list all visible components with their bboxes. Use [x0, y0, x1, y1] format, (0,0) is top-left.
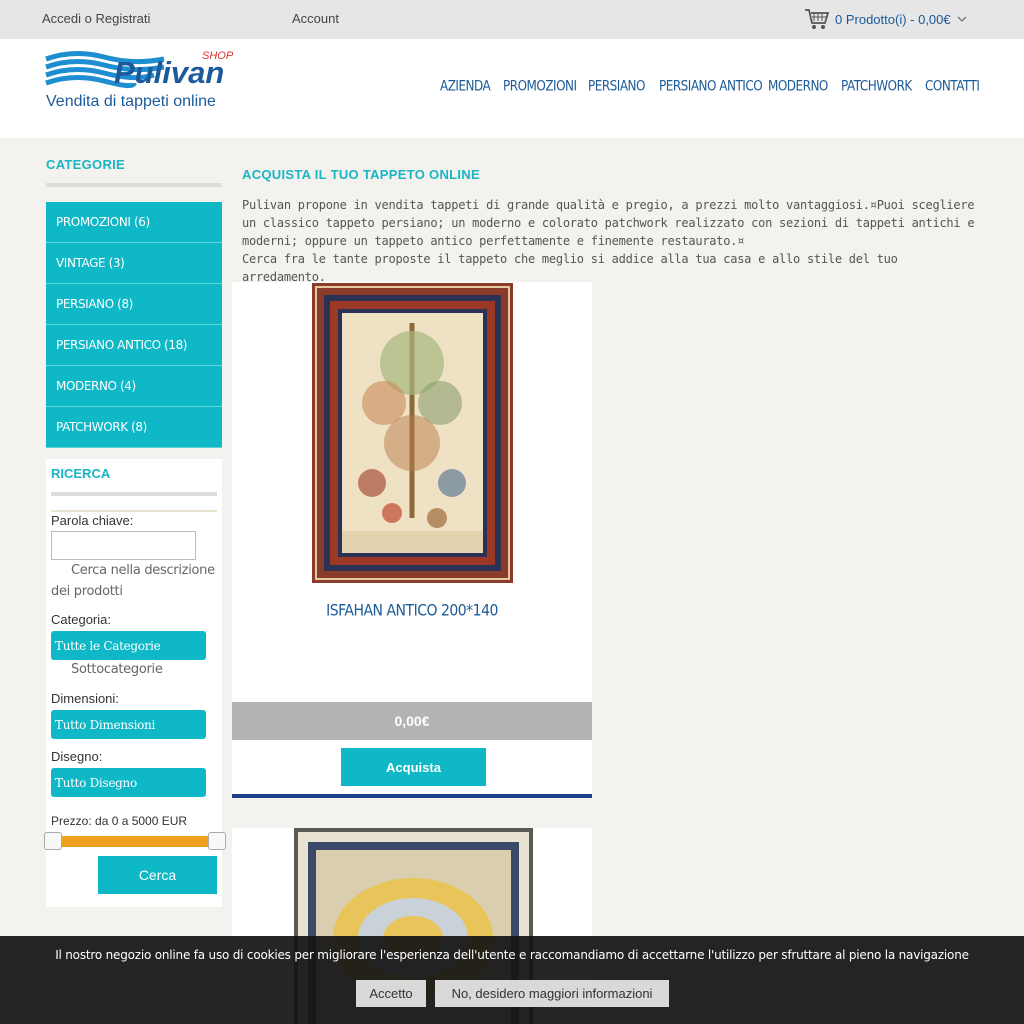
search-panel: RICERCA Parola chiave: Cerca nella descr… [44, 459, 226, 907]
top-bar: Accedi o Registrati Account 0 Prodotto(i… [0, 0, 1024, 39]
price-slider-min-handle[interactable] [44, 832, 62, 850]
search-heading: RICERCA [51, 466, 111, 481]
category-item-persiano-antico[interactable]: PERSIANO ANTICO (18) [46, 325, 222, 366]
site-tagline: Vendita di tappeti online [46, 93, 216, 110]
buy-button[interactable]: Acquista [341, 748, 486, 786]
intro-text: Pulivan propone in vendita tappeti di gr… [242, 196, 982, 286]
design-label: Disegno: [51, 749, 103, 764]
category-label: Categoria: [51, 612, 111, 627]
category-item-vintage[interactable]: VINTAGE (3) [46, 243, 222, 284]
keyword-label: Parola chiave: [51, 513, 134, 528]
cart-text: 0 Prodotto(i) - 0,00€ [835, 11, 951, 27]
price-slider-track[interactable] [53, 836, 217, 847]
dimension-label: Dimensioni: [51, 691, 119, 706]
chevron-down-icon [957, 16, 967, 22]
divider [51, 510, 217, 512]
dimension-select[interactable]: Tutto Dimensioni [51, 710, 206, 739]
category-item-moderno[interactable]: MODERNO (4) [46, 366, 222, 407]
nav-moderno[interactable]: MODERNO [768, 78, 828, 94]
categories-heading: CATEGORIE [46, 157, 126, 172]
category-item-persiano[interactable]: PERSIANO (8) [46, 284, 222, 325]
login-register-link[interactable]: Accedi o Registrati [42, 11, 150, 26]
product-price: 0,00€ [232, 702, 592, 740]
keyword-input[interactable] [51, 531, 196, 560]
category-item-patchwork[interactable]: PATCHWORK (8) [46, 407, 222, 448]
cookie-accept-button[interactable]: Accetto [356, 980, 426, 1007]
design-select[interactable]: Tutto Disegno [51, 768, 206, 797]
category-list: PROMOZIONI (6) VINTAGE (3) PERSIANO (8) … [46, 202, 222, 448]
product-name[interactable]: ISFAHAN ANTICO 200*140 [232, 602, 592, 620]
category-item-promozioni[interactable]: PROMOZIONI (6) [46, 202, 222, 243]
nav-persiano[interactable]: PERSIANO [588, 78, 645, 94]
site-header: Pulivan SHOP Vendita di tappeti online A… [0, 39, 1024, 138]
divider [46, 183, 222, 187]
subcategories-checkbox[interactable]: Sottocategorie [71, 662, 163, 677]
nav-azienda[interactable]: AZIENDA [440, 78, 491, 94]
price-slider-max-handle[interactable] [208, 832, 226, 850]
cart-summary[interactable]: 0 Prodotto(i) - 0,00€ [804, 6, 967, 32]
search-button[interactable]: Cerca [98, 856, 217, 894]
nav-contatti[interactable]: CONTATTI [925, 78, 980, 94]
cart-icon [805, 9, 830, 29]
nav-persiano-antico[interactable]: PERSIANO ANTICO [659, 78, 763, 94]
product-card: ISFAHAN ANTICO 200*140 0,00€ Acquista [232, 282, 592, 798]
cookie-more-info-button[interactable]: No, desidero maggiori informazioni [435, 980, 669, 1007]
nav-promozioni[interactable]: PROMOZIONI [503, 78, 577, 94]
price-range-label: Prezzo: da 0 a 5000 EUR [51, 814, 188, 828]
cookie-text: Il nostro negozio online fa uso di cooki… [55, 948, 969, 962]
account-link[interactable]: Account [292, 11, 339, 26]
product-image[interactable] [312, 283, 513, 583]
svg-text:SHOP: SHOP [202, 50, 234, 62]
search-description-checkbox[interactable]: Cerca nella descrizione dei prodotti [51, 560, 217, 602]
page-title: ACQUISTA IL TUO TAPPETO ONLINE [242, 167, 480, 182]
divider [51, 492, 217, 496]
cookie-banner: Il nostro negozio online fa uso di cooki… [0, 936, 1024, 1024]
intro-paragraph-2: Cerca fra le tante proposte il tappeto c… [242, 252, 898, 284]
intro-paragraph: Pulivan propone in vendita tappeti di gr… [242, 198, 975, 248]
nav-patchwork[interactable]: PATCHWORK [841, 78, 912, 94]
category-select[interactable]: Tutte le Categorie [51, 631, 206, 660]
